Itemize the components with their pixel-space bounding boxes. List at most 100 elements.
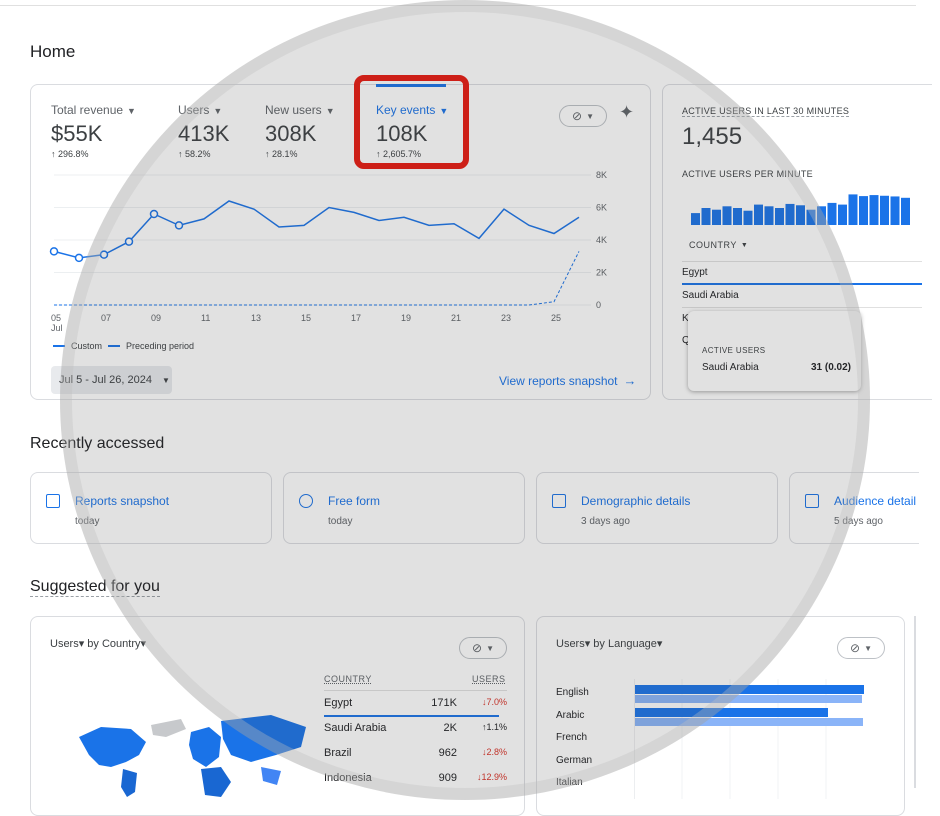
table-row[interactable]: Egypt 171K ↓7.0%	[324, 697, 507, 717]
minute-bar	[901, 197, 910, 225]
metric-delta: ↑ 58.2%	[178, 149, 211, 159]
y-tick-label: 0	[596, 300, 601, 310]
minute-bar	[733, 208, 742, 225]
minute-bar	[869, 195, 879, 225]
date-range-picker[interactable]: Jul 5 - Jul 26, 2024 ▼	[51, 366, 172, 394]
chevron-down-icon: ▼	[586, 111, 594, 121]
y-tick-label: 8K	[596, 170, 607, 180]
trending-icon	[299, 494, 313, 508]
recent-item-title: Audience detail	[834, 494, 917, 508]
recent-item-sub: today	[75, 516, 100, 527]
minute-bar	[796, 205, 805, 225]
country-dropdown[interactable]: COUNTRY ▼	[689, 240, 748, 250]
minute-bar	[691, 213, 700, 225]
compare-button[interactable]: ⊘ ▼	[559, 105, 607, 127]
minute-bar	[848, 194, 858, 225]
users-by-language-card: Users▾ by Language▾ ⊘ ▼ English Arabic Fre…	[536, 616, 905, 816]
minute-bar	[712, 209, 721, 225]
country-delta: ↓7.0%	[481, 697, 507, 707]
legend-preceding-label: Preceding period	[126, 341, 195, 351]
x-tick-label: 11	[201, 313, 210, 323]
col-users: USERS	[472, 674, 506, 684]
header-divider	[0, 5, 916, 6]
minute-bar	[775, 208, 784, 225]
recent-item[interactable]: Demographic details 3 days ago	[536, 472, 778, 544]
country-name: Saudi Arabia	[324, 722, 387, 734]
minute-bar	[827, 202, 837, 225]
realtime-value: 1,455	[682, 123, 743, 150]
language-label: German	[556, 754, 593, 766]
divider	[682, 307, 922, 308]
minute-bar	[838, 204, 847, 225]
line-chart: 8K 6K 4K 2K 0 05Jul 07 09 11 13 15 17 19 21 23 25	[49, 170, 607, 333]
date-range-label: Jul 5 - Jul 26, 2024	[59, 374, 152, 386]
per-minute-label: ACTIVE USERS PER MINUTE	[682, 169, 813, 179]
realtime-title: ACTIVE USERS IN LAST 30 MINUTES	[682, 106, 850, 117]
legend-custom-swatch	[53, 345, 65, 347]
data-point	[174, 221, 184, 230]
chart-legend: Custom Preceding period	[53, 341, 194, 351]
minute-bar	[701, 208, 711, 225]
metric-tab[interactable]: New users ▼ 308K ↑ 28.1%	[265, 103, 335, 159]
realtime-card: ACTIVE USERS IN LAST 30 MINUTES 1,455 AC…	[662, 84, 932, 400]
language-card-title[interactable]: Users▾ by Language▾	[556, 637, 662, 650]
language-label: Arabic	[556, 709, 585, 721]
table-row[interactable]: Brazil 962 ↓2.8%	[324, 747, 507, 767]
country-name: Egypt	[324, 697, 353, 709]
language-label: English	[556, 687, 589, 698]
tooltip-title: ACTIVE USERS	[702, 346, 766, 355]
minute-bar	[859, 196, 868, 225]
country-users: 909	[438, 772, 457, 784]
chevron-down-icon: ▼	[740, 241, 749, 249]
country-row[interactable]: Saudi Arabia	[682, 290, 739, 301]
country-row[interactable]: Egypt	[682, 267, 708, 278]
recent-item[interactable]: Free form today	[283, 472, 525, 544]
check-circle-icon: ⊘	[572, 109, 583, 123]
compare-button[interactable]: ⊘ ▼	[837, 637, 885, 659]
tooltip: ACTIVE USERS Saudi Arabia 31 (0.02)	[688, 311, 861, 391]
bar-chart-icon	[552, 494, 566, 508]
legend-custom-label: Custom	[71, 341, 103, 351]
country-users: 962	[438, 747, 457, 759]
country-header: COUNTRY	[689, 240, 737, 250]
sparkle-icon[interactable]: ✦	[619, 102, 634, 123]
x-tick-label: 15	[301, 313, 311, 323]
recent-item[interactable]: Audience detail 5 days ago	[789, 472, 919, 544]
x-tick-label: 09	[151, 313, 161, 323]
recent-item-title: Demographic details	[581, 494, 691, 508]
x-tick-label: 25	[551, 313, 561, 323]
x-tick-label: 13	[251, 313, 261, 323]
compare-button[interactable]: ⊘ ▼	[459, 637, 507, 659]
metric-tab[interactable]: Total revenue ▼ $55K ↑ 296.8%	[51, 103, 136, 159]
table-row[interactable]: Indonesia 909 ↓12.9%	[324, 772, 507, 792]
view-snapshot-label: View reports snapshot	[499, 373, 618, 388]
recent-item-sub: today	[328, 516, 353, 527]
series-preceding-line	[54, 251, 580, 306]
minute-bar	[817, 206, 826, 225]
chevron-down-icon: ▼	[127, 106, 136, 116]
users-by-country-card: Users▾ by Country▾ ⊘ ▼ COUNTRY USERS Egy…	[30, 616, 525, 816]
country-name: Indonesia	[324, 772, 372, 784]
recent-item[interactable]: Reports snapshot today	[30, 472, 272, 544]
x-tick-label: 07	[101, 313, 111, 323]
language-bar-chart	[634, 679, 864, 799]
metric-value: 308K	[265, 121, 317, 146]
chevron-down-icon: ▼	[325, 106, 335, 116]
minute-bar	[880, 195, 889, 225]
bar-chart-icon	[805, 494, 819, 508]
table-row[interactable]: Saudi Arabia 2K ↑1.1%	[324, 722, 507, 742]
view-reports-snapshot-link[interactable]: View reports snapshot →	[499, 373, 637, 388]
country-card-title[interactable]: Users▾ by Country▾	[50, 637, 146, 650]
recently-accessed-title: Recently accessed	[30, 435, 165, 452]
language-label: French	[556, 732, 588, 743]
y-tick-label: 4K	[596, 235, 607, 245]
metric-tab[interactable]: Users ▼ 413K ↑ 58.2%	[178, 103, 229, 159]
country-bar	[324, 715, 499, 717]
bar-arabic-previous	[635, 718, 863, 726]
arrow-right-icon: →	[623, 373, 637, 388]
check-circle-icon: ⊘	[472, 641, 483, 655]
bar-arabic-current	[635, 708, 828, 717]
y-tick-label: 6K	[596, 203, 607, 213]
data-point	[124, 237, 134, 246]
minute-bar	[764, 206, 774, 225]
